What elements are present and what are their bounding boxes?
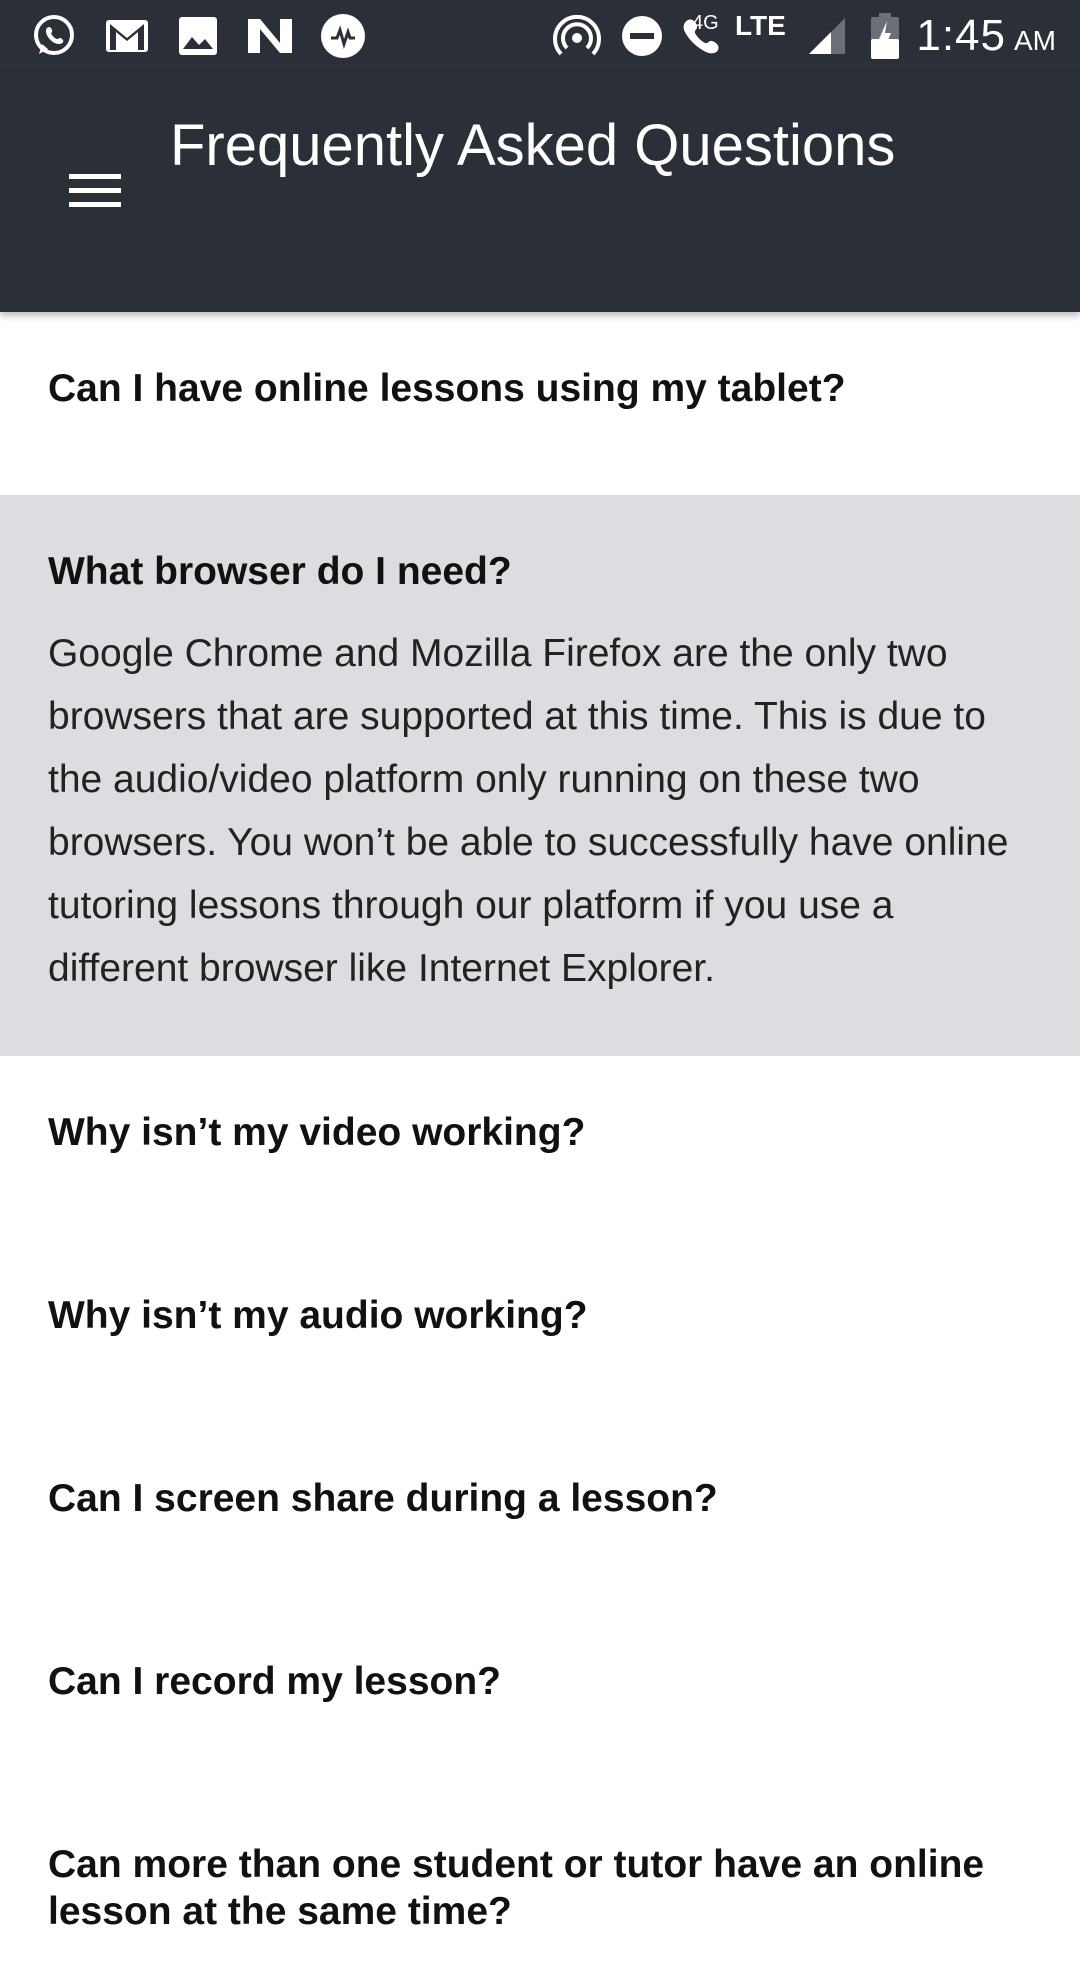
faq-item[interactable]: Why isn’t my video working? [0,1056,1080,1239]
faq-item-expanded[interactable]: What browser do I need? Google Chrome an… [0,495,1080,1056]
faq-item[interactable]: Why isn’t my audio working? [0,1239,1080,1422]
faq-answer: Google Chrome and Mozilla Firefox are th… [48,631,1009,990]
faq-question: What browser do I need? [48,550,512,593]
hamburger-menu-icon [69,174,121,207]
faq-question: Can I record my lesson? [48,1660,501,1703]
app-bar: Frequently Asked Questions [0,72,1080,312]
faq-item[interactable]: Can I screen share during a lesson? [0,1422,1080,1605]
faq-list: Can I have online lessons using my table… [0,312,1080,1971]
faq-item[interactable]: Can more than one student or tutor have … [0,1788,1080,1971]
gmail-icon [102,0,152,72]
faq-question: Why isn’t my audio working? [48,1294,588,1337]
faq-question: Why isn’t my video working? [48,1111,586,1154]
faq-item[interactable]: Can I have online lessons using my table… [0,312,1080,495]
faq-question: Can more than one student or tutor have … [48,1843,985,1933]
status-time: 1:45 AM [916,0,1056,72]
hamburger-menu-button[interactable] [52,148,138,234]
faq-question: Can I have online lessons using my table… [48,367,846,410]
whatsapp-icon [28,0,80,72]
faq-item[interactable]: Can I record my lesson? [0,1605,1080,1788]
page-title: Frequently Asked Questions [170,113,896,178]
clock-ampm: AM [1014,25,1056,56]
faq-question: Can I screen share during a lesson? [48,1477,718,1520]
clock-time: 1:45 [916,11,1006,60]
